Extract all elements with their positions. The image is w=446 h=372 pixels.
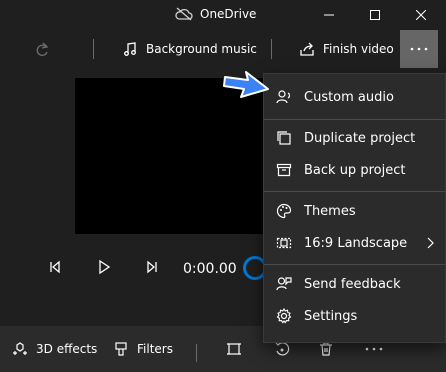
cloud-off-icon xyxy=(175,7,193,21)
feedback-icon xyxy=(276,277,292,291)
skip-back-button[interactable] xyxy=(47,259,63,275)
toolbar-divider xyxy=(271,39,272,59)
minimize-icon xyxy=(324,14,334,16)
crop-button[interactable] xyxy=(226,339,242,359)
skip-forward-icon xyxy=(147,260,157,274)
menu-separator xyxy=(264,264,445,265)
window-title: OneDrive xyxy=(200,7,257,21)
menu-item-settings[interactable]: Settings xyxy=(264,300,445,332)
menu-item-label: Themes xyxy=(304,203,356,219)
finish-video-label: Finish video xyxy=(323,42,394,56)
share-icon xyxy=(300,42,314,56)
close-icon xyxy=(416,10,426,20)
playback-time: 0:00.00 xyxy=(183,261,237,277)
menu-item-label: 16:9 Landscape xyxy=(304,235,408,251)
menu-item-label: Duplicate project xyxy=(304,130,416,146)
filters-button[interactable]: Filters xyxy=(113,339,173,359)
filters-icon xyxy=(115,342,127,356)
menu-item-aspect-ratio[interactable]: 16:9 Landscape xyxy=(264,227,445,259)
background-music-label: Background music xyxy=(146,42,257,56)
maximize-icon xyxy=(370,10,380,20)
trash-icon xyxy=(320,342,332,356)
menu-item-themes[interactable]: Themes xyxy=(264,195,445,227)
menu-item-custom-audio[interactable]: Custom audio xyxy=(264,81,445,113)
play-button[interactable] xyxy=(96,259,112,275)
duplicate-icon xyxy=(277,131,291,145)
palette-icon xyxy=(276,203,292,219)
chevron-right-icon xyxy=(427,237,434,249)
menu-item-label: Send feedback xyxy=(304,276,401,292)
menu-item-label: Settings xyxy=(304,308,358,324)
menu-item-duplicate-project[interactable]: Duplicate project xyxy=(264,122,445,154)
menu-separator xyxy=(264,191,445,192)
bottom-divider xyxy=(196,344,197,362)
menu-item-label: Back up project xyxy=(304,162,406,178)
music-note-icon xyxy=(124,42,136,56)
archive-icon xyxy=(276,163,292,177)
skip-forward-button[interactable] xyxy=(144,259,160,275)
more-icon xyxy=(410,47,428,51)
finish-video-button[interactable]: Finish video xyxy=(299,30,394,68)
3d-effects-button[interactable]: 3D effects xyxy=(12,339,97,359)
redo-icon xyxy=(36,42,49,57)
more-icon xyxy=(365,347,383,351)
3d-effects-label: 3D effects xyxy=(36,342,98,356)
more-options-menu: Custom audio Duplicate project Back up p… xyxy=(263,73,446,343)
menu-item-label: Custom audio xyxy=(304,89,394,105)
filters-label: Filters xyxy=(137,342,173,356)
close-button[interactable] xyxy=(398,0,444,30)
redo-button[interactable] xyxy=(34,41,50,57)
background-music-button[interactable]: Background music xyxy=(122,30,257,68)
toolbar-divider xyxy=(93,39,94,59)
play-icon xyxy=(99,259,111,275)
gear-icon xyxy=(276,308,292,324)
skip-back-icon xyxy=(50,260,60,274)
maximize-button[interactable] xyxy=(352,0,398,30)
annotation-arrow-icon xyxy=(223,71,269,98)
more-options-button[interactable] xyxy=(400,30,438,68)
custom-audio-icon xyxy=(276,90,291,104)
menu-separator xyxy=(264,119,445,120)
crop-icon xyxy=(227,343,241,355)
menu-item-send-feedback[interactable]: Send feedback xyxy=(264,268,445,300)
rotate-icon xyxy=(275,342,290,356)
menu-item-back-up-project[interactable]: Back up project xyxy=(264,154,445,186)
aspect-ratio-icon xyxy=(276,237,292,249)
effects-icon xyxy=(13,342,27,355)
minimize-button[interactable] xyxy=(306,0,352,30)
